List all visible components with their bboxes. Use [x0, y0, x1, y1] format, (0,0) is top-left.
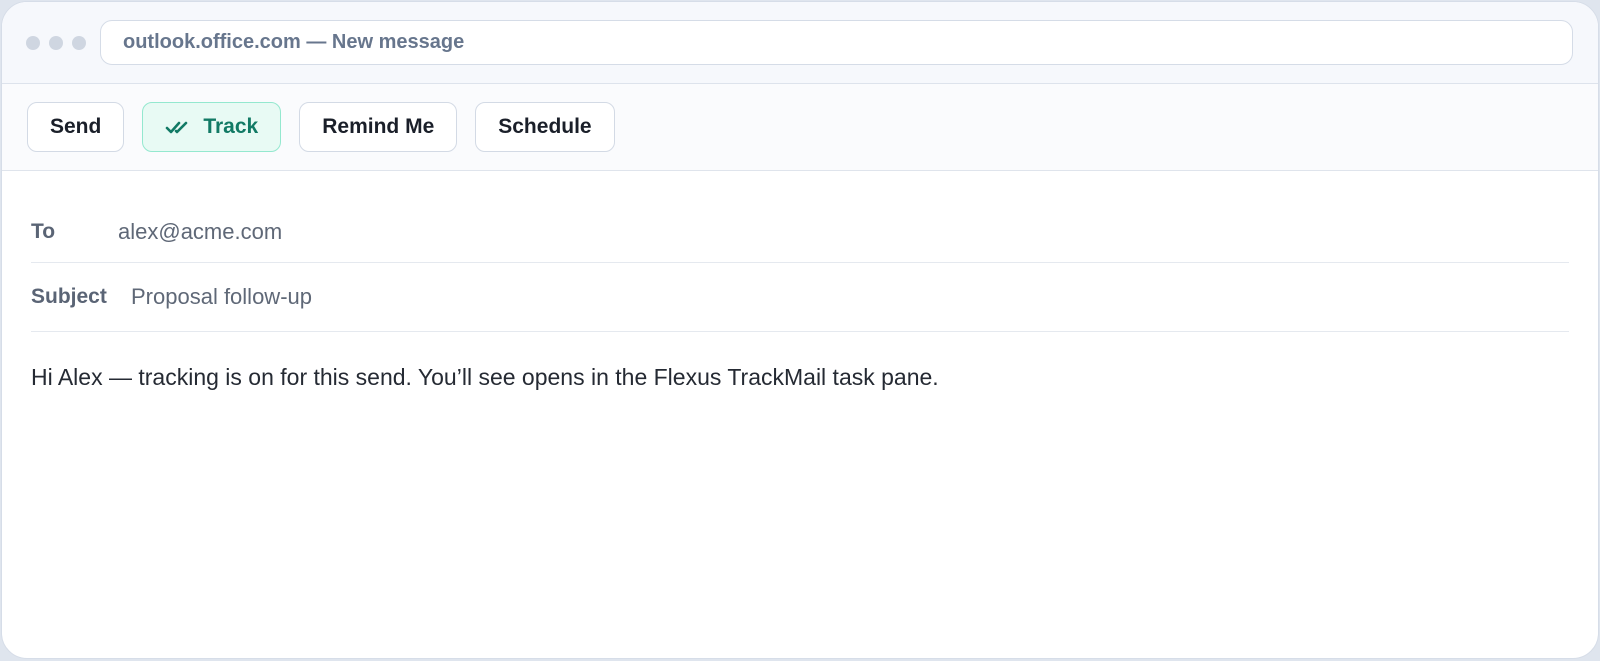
schedule-button[interactable]: Schedule: [475, 102, 615, 152]
message-body[interactable]: Hi Alex — tracking is on for this send. …: [31, 364, 1569, 391]
subject-field-row: Subject Proposal follow-up: [31, 263, 1569, 332]
send-button-label: Send: [50, 115, 102, 138]
close-dot[interactable]: [26, 35, 40, 50]
schedule-button-label: Schedule: [498, 115, 592, 138]
to-field[interactable]: alex@acme.com: [118, 219, 282, 245]
track-button[interactable]: Track: [142, 102, 282, 152]
window-controls: [26, 35, 86, 50]
to-label: To: [31, 219, 56, 243]
to-field-row: To alex@acme.com: [31, 171, 1569, 263]
compose-toolbar: Send Track Remind Me Schedule: [2, 84, 1598, 171]
title-bar: outlook.office.com — New message: [2, 2, 1598, 84]
remind-me-button-label: Remind Me: [322, 115, 435, 138]
send-button[interactable]: Send: [27, 102, 125, 152]
track-button-label: Track: [203, 115, 259, 138]
double-check-icon: [165, 117, 191, 137]
address-bar[interactable]: outlook.office.com — New message: [100, 20, 1573, 65]
compose-area: To alex@acme.com Subject Proposal follow…: [2, 171, 1598, 391]
minimize-dot[interactable]: [49, 35, 63, 50]
maximize-dot[interactable]: [72, 35, 86, 50]
subject-field[interactable]: Proposal follow-up: [131, 284, 312, 310]
remind-me-button[interactable]: Remind Me: [299, 102, 458, 152]
subject-label: Subject: [31, 285, 107, 308]
browser-window: outlook.office.com — New message Send Tr…: [1, 1, 1599, 659]
